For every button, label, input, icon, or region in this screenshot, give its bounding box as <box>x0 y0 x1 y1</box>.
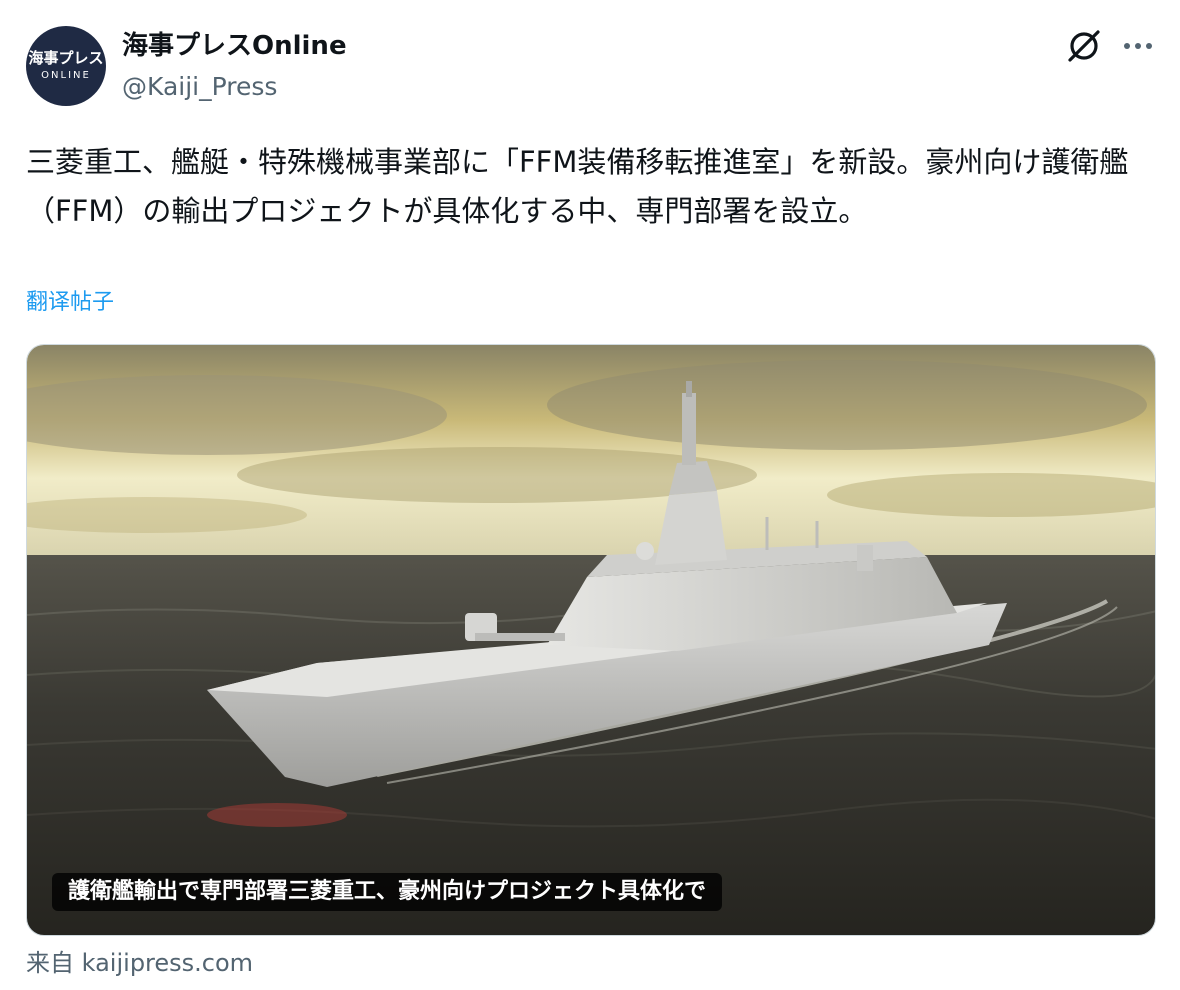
grok-icon[interactable] <box>1064 26 1104 66</box>
card-image-caption: 護衛艦輸出で専門部署三菱重工、豪州向けプロジェクト具体化で <box>52 873 723 911</box>
card-image-ship <box>27 345 1155 935</box>
card-source-link[interactable]: 来自 kaijipress.com <box>26 946 253 980</box>
tweet-text: 三菱重工、艦艇・特殊機械事業部に「FFM装備移転推進室」を新設。豪州向け護衛艦（… <box>26 145 1129 228</box>
user-handle[interactable]: @Kaiji_Press <box>122 70 277 104</box>
link-card[interactable]: 護衛艦輸出で専門部署三菱重工、豪州向けプロジェクト具体化で <box>26 344 1156 936</box>
avatar-logo-subtext: ONLINE <box>41 70 91 81</box>
translate-post-link[interactable]: 翻译帖子 <box>26 288 114 318</box>
avatar[interactable]: 海事プレス ONLINE <box>26 26 106 106</box>
more-options-icon[interactable] <box>1120 30 1156 62</box>
display-name[interactable]: 海事プレスOnline <box>122 28 347 64</box>
avatar-logo-text: 海事プレス <box>28 49 104 67</box>
